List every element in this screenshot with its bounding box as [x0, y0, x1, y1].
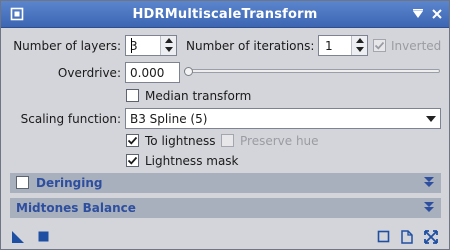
expand-section-icon[interactable]	[423, 200, 435, 217]
dropdown-arrow-icon[interactable]	[422, 109, 440, 128]
scaling-function-combo[interactable]: B3 Spline (5)	[125, 108, 441, 129]
iterations-spin-arrows[interactable]	[351, 36, 367, 55]
preserve-hue-label: Preserve hue	[240, 134, 319, 148]
deringing-section-header[interactable]: Deringing	[10, 173, 441, 193]
to-lightness-label: To lightness	[145, 134, 216, 148]
iterations-value[interactable]: 1	[325, 39, 333, 53]
median-transform-label: Median transform	[145, 89, 252, 103]
title-bar[interactable]: HDRMultiscaleTransform	[1, 1, 449, 28]
overdrive-input[interactable]: 0.000	[125, 62, 180, 83]
lightness-mask-checkbox[interactable]	[126, 154, 139, 167]
iterations-spinbox[interactable]: 1	[318, 35, 368, 56]
inverted-checkbox[interactable]	[373, 39, 386, 52]
reset-icon[interactable]	[400, 230, 414, 244]
apply-global-icon[interactable]	[37, 230, 51, 244]
bottom-toolbar	[1, 223, 449, 250]
spin-down-icon[interactable]	[161, 45, 176, 54]
browse-documentation-icon[interactable]	[377, 230, 391, 244]
to-lightness-checkbox[interactable]	[126, 134, 139, 147]
overdrive-slider-knob[interactable]	[184, 67, 193, 76]
spin-up-icon[interactable]	[352, 36, 367, 45]
overdrive-value[interactable]: 0.000	[130, 66, 164, 80]
median-transform-checkbox[interactable]	[126, 89, 139, 102]
new-instance-icon[interactable]	[11, 230, 25, 244]
deringing-title: Deringing	[36, 176, 103, 190]
text-cursor	[131, 38, 132, 53]
scaling-function-label: Scaling function:	[20, 112, 121, 126]
layers-label: Number of layers:	[13, 39, 121, 53]
spin-down-icon[interactable]	[352, 45, 367, 54]
midtones-balance-section-header[interactable]: Midtones Balance	[10, 198, 441, 218]
close-icon[interactable]	[429, 6, 445, 22]
expand-section-icon[interactable]	[423, 175, 435, 192]
midtones-balance-title: Midtones Balance	[16, 201, 136, 215]
hdr-multiscale-transform-window: HDRMultiscaleTransform Number of layers:…	[0, 0, 450, 250]
scaling-function-value: B3 Spline (5)	[130, 112, 208, 126]
spin-up-icon[interactable]	[161, 36, 176, 45]
layers-spinbox[interactable]: 3	[125, 35, 177, 56]
overdrive-label: Overdrive:	[57, 66, 121, 80]
inverted-label: Inverted	[391, 39, 442, 53]
deringing-checkbox[interactable]	[16, 176, 29, 189]
pin-icon[interactable]	[410, 6, 426, 22]
overdrive-slider[interactable]	[184, 69, 440, 73]
iterations-label: Number of iterations:	[186, 39, 315, 53]
lightness-mask-label: Lightness mask	[145, 154, 239, 168]
preserve-hue-checkbox[interactable]	[221, 134, 234, 147]
expand-icon[interactable]	[424, 230, 438, 244]
layers-spin-arrows[interactable]	[160, 36, 176, 55]
window-title: HDRMultiscaleTransform	[132, 7, 318, 22]
